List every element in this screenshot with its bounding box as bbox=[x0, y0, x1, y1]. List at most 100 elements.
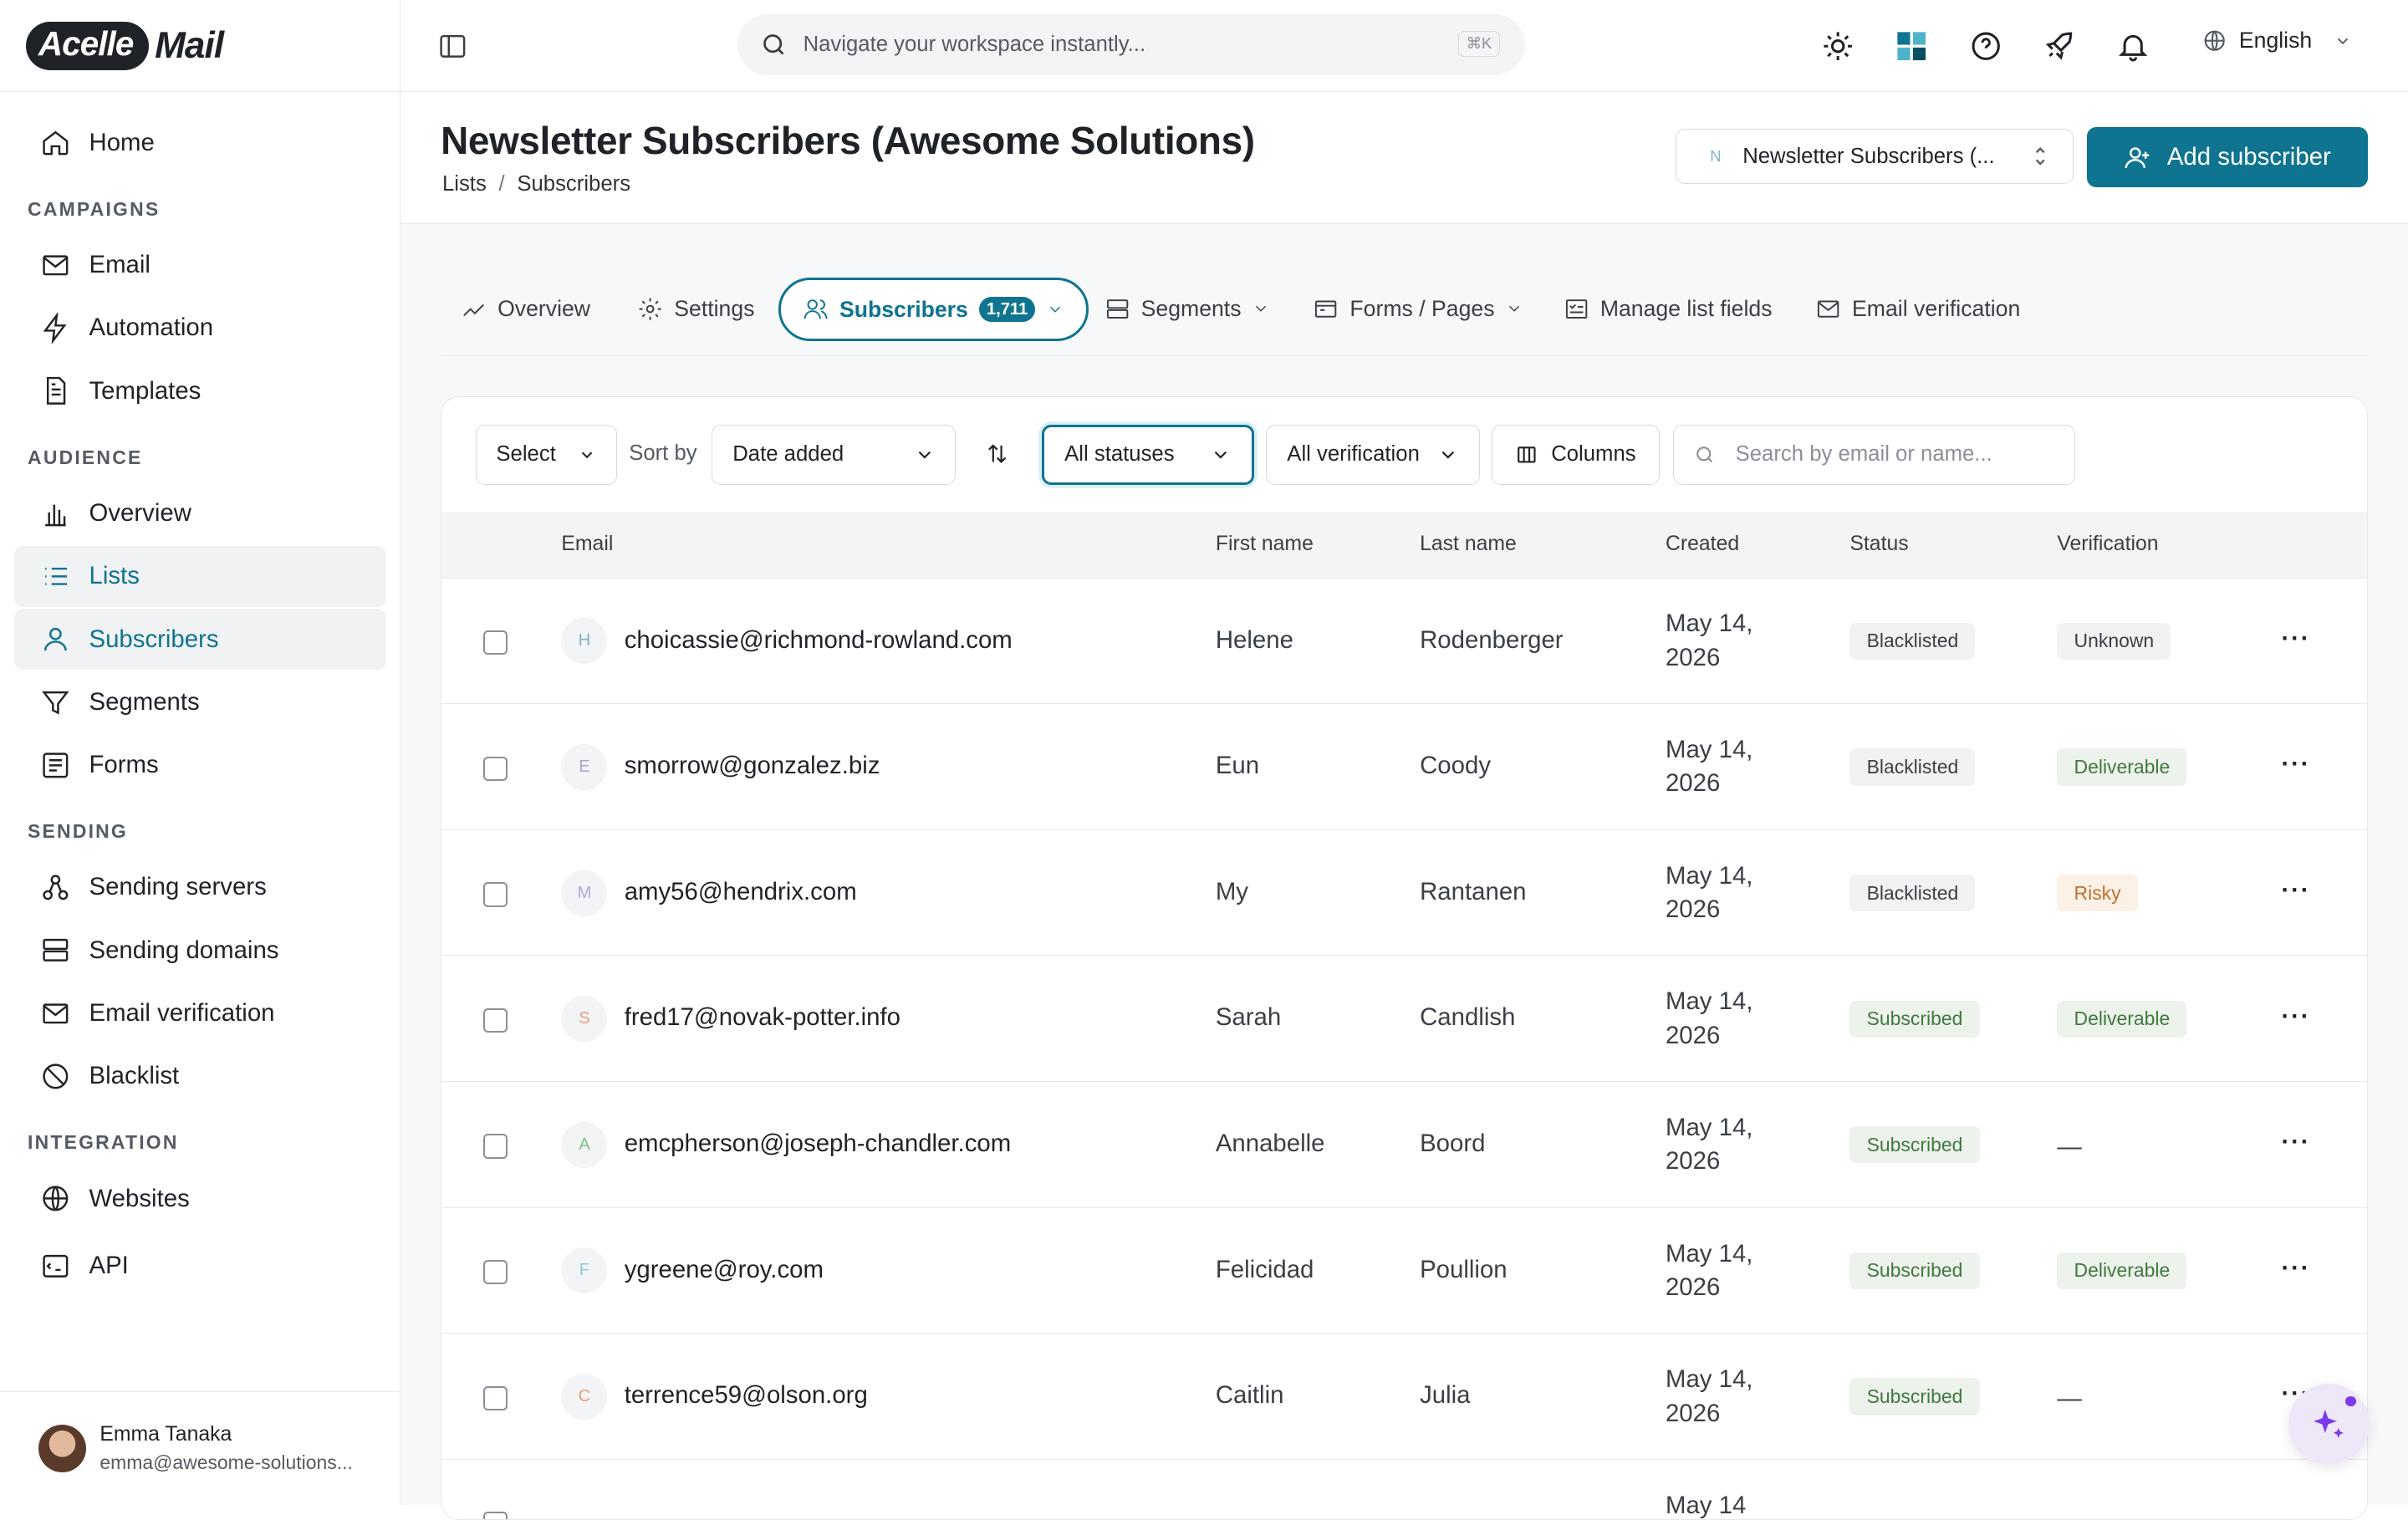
col-status[interactable]: Status bbox=[1849, 533, 1908, 556]
sidebar-item-subscribers[interactable]: Subscribers bbox=[14, 609, 386, 670]
tab-segments[interactable]: Segments bbox=[1105, 277, 1271, 341]
columns-button[interactable]: Columns bbox=[1492, 425, 1659, 485]
tab-overview[interactable]: Overview bbox=[461, 277, 590, 341]
avatar-initial: C bbox=[579, 1387, 591, 1406]
row-checkbox[interactable] bbox=[483, 1260, 508, 1284]
tab-label: Segments bbox=[1141, 296, 1242, 322]
help-icon[interactable] bbox=[1969, 29, 2002, 63]
sidebar-item-blacklist[interactable]: Blacklist bbox=[14, 1046, 386, 1107]
sidebar-item-templates[interactable]: Templates bbox=[14, 360, 386, 421]
verification-badge: Deliverable bbox=[2057, 1252, 2186, 1289]
row-actions-icon[interactable]: ··· bbox=[2281, 1254, 2310, 1283]
subscribers-card: Select Sort by Date added All statuses A… bbox=[441, 396, 2368, 1520]
sidebar-item-email[interactable]: Email bbox=[14, 234, 386, 295]
table-row[interactable]: Esmorrow@gonzalez.bizEunCoodyMay 14, 202… bbox=[441, 704, 2367, 830]
table-row[interactable]: Fygreene@roy.comFelicidadPoullionMay 14,… bbox=[441, 1208, 2367, 1334]
last-name: Julia bbox=[1420, 1381, 1470, 1410]
subscriber-email[interactable]: ygreene@roy.com bbox=[625, 1256, 824, 1284]
user-profile[interactable]: Emma Tanaka emma@awesome-solutions... bbox=[0, 1391, 400, 1505]
sidebar-item-lists[interactable]: Lists bbox=[14, 546, 386, 607]
sidebar-item-forms[interactable]: Forms bbox=[14, 734, 386, 795]
rocket-icon[interactable] bbox=[2043, 29, 2076, 63]
avatar bbox=[38, 1425, 86, 1472]
section-integration: INTEGRATION bbox=[0, 1109, 400, 1166]
table-search-input[interactable]: Search by email or name... bbox=[1673, 425, 2075, 485]
tab-email-verification[interactable]: Email verification bbox=[1815, 277, 2020, 341]
globe-icon bbox=[40, 1183, 71, 1214]
sort-select[interactable]: Date added bbox=[712, 425, 956, 485]
avatar-initial: S bbox=[579, 1009, 589, 1028]
verification-filter[interactable]: All verification bbox=[1266, 425, 1479, 485]
subscriber-email[interactable]: fred17@novak-potter.info bbox=[625, 1003, 900, 1032]
tab-forms-pages[interactable]: Forms / Pages bbox=[1313, 277, 1523, 341]
sidebar-item-overview[interactable]: Overview bbox=[14, 482, 386, 543]
chevron-down-icon bbox=[578, 446, 596, 464]
row-checkbox[interactable] bbox=[483, 1386, 508, 1410]
sidebar-toggle-icon[interactable] bbox=[437, 31, 468, 62]
verification-badge: Deliverable bbox=[2057, 748, 2186, 785]
row-checkbox[interactable] bbox=[483, 882, 508, 906]
row-checkbox[interactable] bbox=[483, 1008, 508, 1033]
table-row[interactable]: Hchoicassie@richmond-rowland.comHeleneRo… bbox=[441, 579, 2367, 705]
verification-badge: Deliverable bbox=[2057, 1001, 2186, 1038]
row-checkbox[interactable] bbox=[483, 1134, 508, 1158]
language-selector[interactable]: English bbox=[2202, 28, 2352, 54]
bell-icon[interactable] bbox=[2116, 29, 2150, 63]
mail-check-icon bbox=[1815, 296, 1841, 322]
list-selector-label: Newsletter Subscribers (... bbox=[1742, 145, 1994, 169]
app-logo[interactable]: Acelle Mail bbox=[0, 0, 400, 92]
row-actions-icon[interactable]: ··· bbox=[2281, 750, 2310, 778]
col-email[interactable]: Email bbox=[561, 533, 613, 556]
sort-direction-icon[interactable] bbox=[985, 441, 1009, 466]
sidebar-item-home[interactable]: Home bbox=[14, 112, 386, 173]
subscriber-email[interactable]: smorrow@gonzalez.biz bbox=[625, 752, 880, 780]
col-verification[interactable]: Verification bbox=[2057, 533, 2158, 556]
sidebar-item-sending-domains[interactable]: Sending domains bbox=[14, 920, 386, 981]
status-filter[interactable]: All statuses bbox=[1042, 425, 1253, 485]
user-plus-icon bbox=[2124, 144, 2151, 171]
sun-icon[interactable] bbox=[1821, 29, 1854, 63]
list-selector[interactable]: N Newsletter Subscribers (... bbox=[1676, 129, 2074, 184]
sidebar-item-api[interactable]: API bbox=[14, 1236, 386, 1297]
table-row[interactable]: Sfred17@novak-potter.infoSarahCandlishMa… bbox=[441, 956, 2367, 1082]
table-row[interactable]: May 14 bbox=[441, 1460, 2367, 1520]
row-actions-icon[interactable]: ··· bbox=[2281, 1128, 2310, 1156]
sidebar-item-segments[interactable]: Segments bbox=[14, 671, 386, 732]
subscriber-email[interactable]: choicassie@richmond-rowland.com bbox=[625, 626, 1013, 655]
list-initial: N bbox=[1710, 147, 1721, 166]
row-actions-icon[interactable]: ··· bbox=[2281, 625, 2310, 653]
table-row[interactable]: Aemcpherson@joseph-chandler.comAnnabelle… bbox=[441, 1082, 2367, 1208]
last-name: Rodenberger bbox=[1420, 626, 1563, 655]
row-checkbox[interactable] bbox=[483, 757, 508, 781]
sidebar-item-automation[interactable]: Automation bbox=[14, 298, 386, 359]
breadcrumb-lists[interactable]: Lists bbox=[442, 172, 487, 196]
table-row[interactable]: Cterrence59@olson.orgCaitlinJuliaMay 14,… bbox=[441, 1334, 2367, 1460]
tab-manage-list-fields[interactable]: Manage list fields bbox=[1564, 277, 1773, 341]
workspace-search[interactable]: Navigate your workspace instantly... ⌘K bbox=[737, 14, 1525, 75]
sidebar-item-websites[interactable]: Websites bbox=[14, 1168, 386, 1229]
mail-icon bbox=[40, 998, 71, 1029]
ai-assistant-button[interactable] bbox=[2288, 1384, 2370, 1465]
last-name: Rantanen bbox=[1420, 878, 1526, 906]
sidebar-item-sending-servers[interactable]: Sending servers bbox=[14, 857, 386, 918]
table-row[interactable]: Mamy56@hendrix.comMyRantanenMay 14, 2026… bbox=[441, 830, 2367, 956]
tab-settings[interactable]: Settings bbox=[637, 277, 754, 341]
row-checkbox[interactable] bbox=[483, 1512, 508, 1520]
first-name: Annabelle bbox=[1216, 1130, 1325, 1158]
workspace-app-icon[interactable] bbox=[1895, 29, 1928, 63]
row-actions-icon[interactable]: ··· bbox=[2281, 1002, 2310, 1031]
col-created[interactable]: Created bbox=[1666, 533, 1739, 556]
bulk-select-dropdown[interactable]: Select bbox=[476, 425, 617, 485]
tab-subscribers[interactable]: Subscribers 1,711 bbox=[778, 278, 1089, 340]
subscriber-email[interactable]: terrence59@olson.org bbox=[625, 1381, 868, 1410]
col-last-name[interactable]: Last name bbox=[1420, 533, 1517, 556]
row-actions-icon[interactable]: ··· bbox=[2281, 876, 2310, 905]
col-first-name[interactable]: First name bbox=[1216, 533, 1314, 556]
sidebar-item-label: Email bbox=[89, 251, 150, 279]
add-subscriber-button[interactable]: Add subscriber bbox=[2087, 127, 2368, 187]
subscriber-email[interactable]: emcpherson@joseph-chandler.com bbox=[625, 1130, 1012, 1158]
row-checkbox[interactable] bbox=[483, 630, 508, 655]
subscriber-email[interactable]: amy56@hendrix.com bbox=[625, 878, 857, 906]
status-badge: Blacklisted bbox=[1849, 875, 1975, 911]
sidebar-item-email-verification[interactable]: Email verification bbox=[14, 982, 386, 1043]
